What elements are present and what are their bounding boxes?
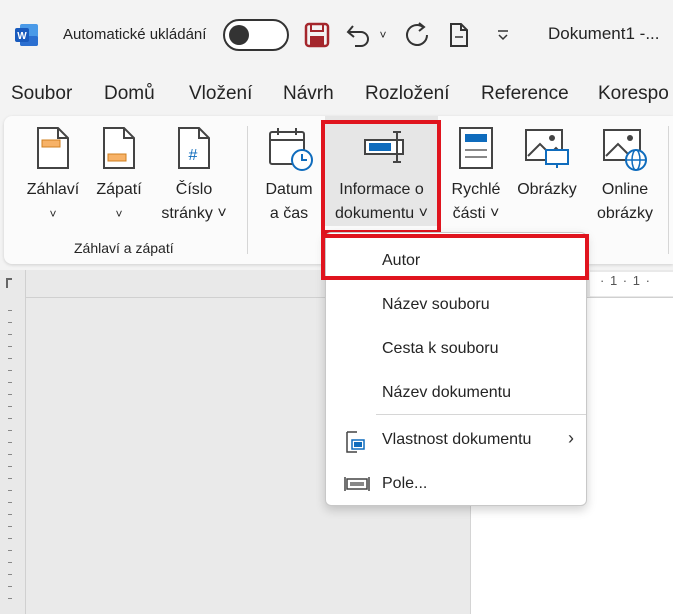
menu-bar: Soubor Domů Vložení Návrh Rozložení Refe… [0,78,673,112]
svg-text:#: # [189,147,198,164]
document-property-icon [346,431,365,453]
vertical-ruler-ticks [6,278,12,599]
pictures-button[interactable]: Obrázky [510,116,584,226]
online-pictures-label-1: Online [601,181,649,198]
date-time-label-1: Datum [265,181,313,198]
word-app-icon: W [15,24,38,46]
submenu-arrow-icon: › [568,428,574,448]
menu-item-document-title[interactable]: Název dokumentu [326,373,586,413]
page-number-icon: # [178,127,210,169]
online-pictures-icon [603,129,647,171]
undo-dropdown-chevron-icon[interactable]: ˅ [374,18,392,52]
online-pictures-button[interactable]: Online obrázky [588,116,662,226]
date-time-label-2: a čas [269,205,309,222]
page-number-button[interactable]: # Číslo stránky ˅ [154,116,234,226]
header-icon [37,127,69,169]
pictures-label: Obrázky [517,181,577,198]
header-button[interactable]: Záhlaví ˅ [22,116,84,226]
highlight-document-info [321,120,441,234]
tab-navrh[interactable]: Návrh [283,83,334,105]
tab-soubor[interactable]: Soubor [11,83,72,105]
group-label-header-footer: Záhlaví a zápatí [74,240,174,256]
tab-rozlozeni[interactable]: Rozložení [365,83,450,105]
header-label: Záhlaví [26,181,80,198]
tab-korespondence[interactable]: Korespo [598,83,669,105]
field-icon [344,477,370,491]
highlight-author [321,234,589,280]
footer-button[interactable]: Zápatí ˅ [90,116,148,226]
quick-parts-label-2: části ˅ [452,205,500,222]
menu-item-field-label: Pole... [382,475,428,492]
header-chevron-icon: ˅ [49,207,57,221]
menu-item-file-name-label: Název souboru [382,296,490,313]
page-number-label-2: stránky ˅ [161,205,227,222]
title-bar: W Automatické ukládání ˅ Dokument1 -... [0,0,673,70]
quick-parts-button[interactable]: Rychlé části ˅ [448,116,504,226]
toggle-knob [229,25,249,45]
tab-vlozeni[interactable]: Vložení [189,83,252,105]
footer-chevron-icon: ˅ [115,207,123,221]
quick-parts-label-1: Rychlé [451,181,501,198]
vertical-ruler [0,270,26,614]
ruler-marks: · 1 · 1 · [600,273,651,288]
footer-label: Zápatí [96,181,142,198]
autosave-label: Automatické ukládání [63,26,207,43]
date-time-button[interactable]: Datum a čas [258,116,320,226]
customize-toolbar-icon[interactable] [490,18,516,52]
group-separator-2 [668,126,669,254]
menu-separator [376,414,586,415]
tab-domu[interactable]: Domů [104,83,155,105]
page-number-label-1: Číslo [175,181,213,198]
autosave-toggle[interactable] [223,19,289,51]
online-pictures-label-2: obrázky [596,205,654,222]
save-icon[interactable] [300,18,334,52]
footer-icon [103,127,135,169]
calendar-clock-icon [269,128,313,171]
svg-text:W: W [17,31,27,42]
tab-reference[interactable]: Reference [481,83,569,105]
menu-item-document-property-label: Vlastnost dokumentu [382,431,532,448]
redo-icon[interactable] [400,18,434,52]
document-title: Dokument1 -... [548,24,660,43]
menu-item-document-property[interactable]: Vlastnost dokumentu › [326,420,586,460]
group-separator [247,126,248,254]
new-document-icon[interactable] [444,18,474,52]
menu-item-file-path[interactable]: Cesta k souboru [326,329,586,369]
undo-icon[interactable] [344,18,374,52]
menu-item-file-name[interactable]: Název souboru [326,285,586,325]
quick-parts-icon [459,127,493,169]
menu-item-document-title-label: Název dokumentu [382,384,511,401]
menu-item-field[interactable]: Pole... [326,464,586,504]
pictures-icon [525,129,569,168]
menu-item-file-path-label: Cesta k souboru [382,340,499,357]
